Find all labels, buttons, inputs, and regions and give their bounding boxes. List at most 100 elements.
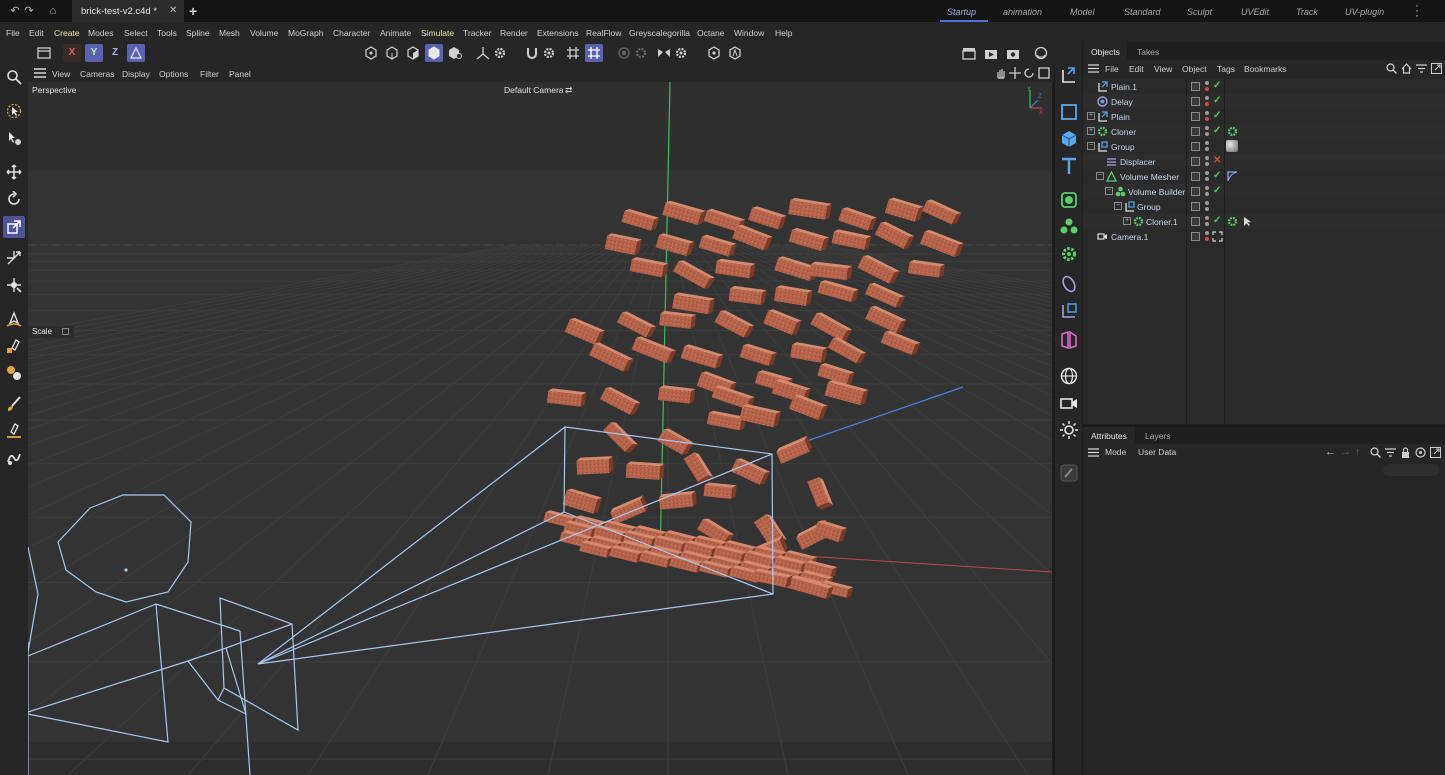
- symmetry-settings-button[interactable]: [672, 44, 690, 62]
- editor-visibility-dot[interactable]: [1205, 216, 1209, 220]
- field-button[interactable]: [1059, 301, 1079, 321]
- render-settings-button[interactable]: [1004, 44, 1022, 62]
- menu-file[interactable]: File: [6, 28, 20, 38]
- pop-out-icon[interactable]: [1430, 447, 1441, 460]
- editor-visibility-dot[interactable]: [1205, 231, 1209, 235]
- object-row[interactable]: Camera.1: [1083, 229, 1445, 244]
- menu-realflow[interactable]: RealFlow: [586, 28, 621, 38]
- transform-tool-button[interactable]: [3, 247, 25, 269]
- visibility-toggle[interactable]: [1191, 82, 1200, 91]
- object-row[interactable]: − Volume Mesher ✓: [1083, 169, 1445, 184]
- axis-y-button[interactable]: Y: [85, 44, 103, 62]
- object-row[interactable]: + Cloner.1 ✓: [1083, 214, 1445, 229]
- hamburger-icon[interactable]: [1088, 64, 1099, 75]
- visibility-toggle[interactable]: [1191, 187, 1200, 196]
- spline-arc-button[interactable]: [3, 420, 25, 442]
- search-icon[interactable]: [1386, 63, 1397, 76]
- tab-attributes[interactable]: Attributes: [1091, 431, 1127, 441]
- cube-object-button[interactable]: [1059, 129, 1079, 149]
- home-icon[interactable]: [1401, 63, 1412, 76]
- menu-modes[interactable]: Modes: [88, 28, 114, 38]
- menu-mograph[interactable]: MoGraph: [288, 28, 323, 38]
- close-tab-icon[interactable]: ✕: [169, 5, 177, 16]
- tab-layers[interactable]: Layers: [1145, 431, 1171, 441]
- attributes-search-field[interactable]: [1383, 464, 1439, 476]
- cloner-palette-button[interactable]: [1059, 244, 1079, 264]
- menu-mesh[interactable]: Mesh: [219, 28, 240, 38]
- object-mode-button[interactable]: [35, 44, 53, 62]
- move-selection-button[interactable]: [3, 127, 25, 149]
- menu-octane[interactable]: Octane: [697, 28, 724, 38]
- polygons-mode-button[interactable]: [404, 44, 422, 62]
- attributes-menu-user-data[interactable]: User Data: [1138, 447, 1176, 457]
- mograph-tag-icon[interactable]: [1227, 216, 1238, 227]
- editor-visibility-dot[interactable]: [1205, 141, 1209, 145]
- menu-tracker[interactable]: Tracker: [463, 28, 492, 38]
- up-arrow-icon[interactable]: ↑: [1355, 446, 1361, 458]
- spline-paint-button[interactable]: [3, 362, 25, 384]
- auto-button[interactable]: [726, 44, 744, 62]
- viewport-menu-filter[interactable]: Filter: [200, 69, 219, 79]
- filter-icon[interactable]: [1416, 63, 1427, 76]
- objects-menu-file[interactable]: File: [1105, 64, 1119, 74]
- menu-spline[interactable]: Spline: [186, 28, 210, 38]
- object-name[interactable]: Volume Builder: [1128, 187, 1185, 197]
- render-visibility-dot[interactable]: [1205, 207, 1209, 211]
- layout-tab-startup[interactable]: Startup: [947, 7, 976, 17]
- layout-tab-animation[interactable]: animation: [1003, 7, 1042, 17]
- workplane-button[interactable]: [564, 44, 582, 62]
- filter-icon[interactable]: [1385, 447, 1396, 460]
- render-picture-viewer-button[interactable]: [982, 44, 1000, 62]
- object-name[interactable]: Group: [1111, 142, 1135, 152]
- editor-visibility-dot[interactable]: [1205, 186, 1209, 190]
- snap-axis-button[interactable]: [474, 44, 492, 62]
- expand-icon[interactable]: +: [1087, 112, 1095, 120]
- enabled-check-icon[interactable]: ✓: [1213, 170, 1221, 181]
- layout-tab-model[interactable]: Model: [1070, 7, 1095, 17]
- snap-axis-settings-button[interactable]: [491, 44, 509, 62]
- visibility-toggle[interactable]: [1191, 172, 1200, 181]
- render-visibility-dot[interactable]: [1205, 117, 1209, 121]
- visibility-toggle[interactable]: [1191, 157, 1200, 166]
- object-name[interactable]: Cloner.1: [1146, 217, 1178, 227]
- spline-pen-button[interactable]: [3, 308, 25, 330]
- layout-tab-uv-plugin[interactable]: UV-plugin: [1345, 7, 1384, 17]
- editor-visibility-dot[interactable]: [1205, 171, 1209, 175]
- editor-visibility-dot[interactable]: [1205, 96, 1209, 100]
- menu-character[interactable]: Character: [333, 28, 370, 38]
- hamburger-icon[interactable]: [34, 68, 46, 80]
- enabled-check-icon[interactable]: ✓: [1213, 125, 1221, 136]
- environment-button[interactable]: [1059, 366, 1079, 386]
- render-visibility-dot[interactable]: [1205, 237, 1209, 241]
- visibility-toggle[interactable]: [1191, 217, 1200, 226]
- menu-create[interactable]: Create: [54, 28, 80, 38]
- menu-extensions[interactable]: Extensions: [537, 28, 579, 38]
- object-name[interactable]: Volume Mesher: [1120, 172, 1179, 182]
- editor-visibility-dot[interactable]: [1205, 201, 1209, 205]
- null-object-button[interactable]: [1059, 66, 1079, 86]
- objects-menu-view[interactable]: View: [1154, 64, 1172, 74]
- object-name[interactable]: Plain: [1111, 112, 1130, 122]
- forward-arrow-icon[interactable]: →: [1340, 446, 1351, 458]
- collapse-icon[interactable]: −: [1105, 187, 1113, 195]
- brush-tool-button[interactable]: [3, 393, 25, 415]
- rotate-view-icon[interactable]: [1023, 67, 1035, 81]
- object-row[interactable]: − Volume Builder ✓: [1083, 184, 1445, 199]
- tab-objects[interactable]: Objects: [1091, 47, 1120, 57]
- camera-link-icon[interactable]: ⇄: [565, 85, 573, 96]
- light-button[interactable]: [1059, 420, 1079, 440]
- mograph-fracture-button[interactable]: [1059, 217, 1079, 237]
- object-name[interactable]: Plain.1: [1111, 82, 1137, 92]
- object-row[interactable]: + Cloner ✓: [1083, 124, 1445, 139]
- viewport-menu-cameras[interactable]: Cameras: [80, 69, 114, 79]
- enabled-check-icon[interactable]: ✓: [1213, 80, 1221, 91]
- render-visibility-dot[interactable]: [1205, 147, 1209, 151]
- viewport-menu-display[interactable]: Display: [122, 69, 150, 79]
- visibility-toggle[interactable]: [1191, 232, 1200, 241]
- viewport-menu-panel[interactable]: Panel: [229, 69, 251, 79]
- phong-tag-icon[interactable]: [1227, 171, 1238, 182]
- menu-render[interactable]: Render: [500, 28, 528, 38]
- volume-builder-palette-button[interactable]: [1059, 190, 1079, 210]
- pan-view-icon[interactable]: [995, 67, 1007, 81]
- render-visibility-dot[interactable]: [1205, 192, 1209, 196]
